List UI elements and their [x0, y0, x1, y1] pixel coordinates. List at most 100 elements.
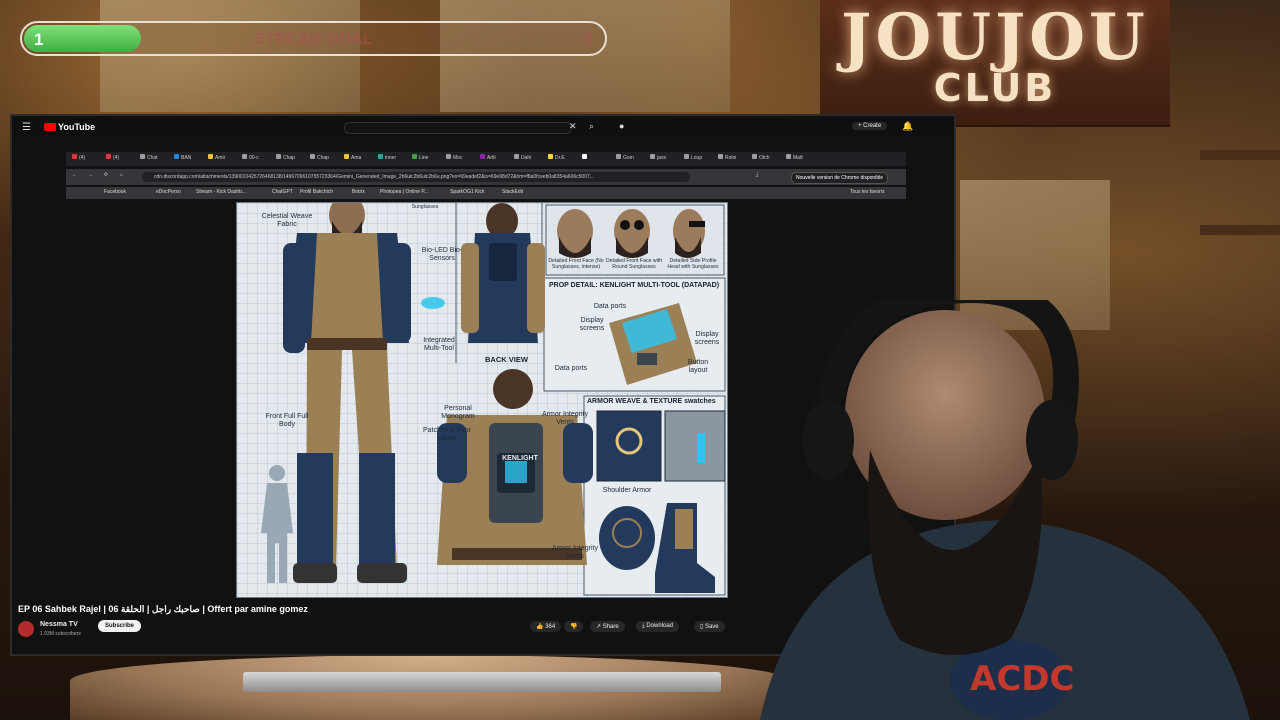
bookmark-item[interactable]: StackEdit	[502, 189, 523, 195]
menu-icon[interactable]: ☰	[22, 122, 31, 133]
browser-tab[interactable]: BAN	[174, 154, 191, 161]
tab-favicon-icon	[684, 154, 689, 159]
browser-tab[interactable]: Otch	[752, 154, 770, 161]
browser-tab[interactable]: Matt	[786, 154, 803, 161]
tab-favicon-icon	[174, 154, 179, 159]
browser-tab[interactable]: Chap	[276, 154, 295, 161]
reload-icon[interactable]: ⟳	[104, 172, 108, 178]
share-icon: ↗	[596, 624, 603, 630]
tab-label: Ama	[351, 155, 362, 161]
tab-label: Chat	[147, 155, 158, 161]
silhouette-scale	[261, 465, 293, 583]
tab-favicon-icon	[106, 154, 111, 159]
like-icon: 👍	[536, 624, 546, 630]
tab-label: Chap	[283, 155, 295, 161]
bookmark-item[interactable]: ChatGPT	[272, 189, 293, 195]
tab-label: Line	[419, 155, 429, 161]
browser-tab[interactable]: (4)	[72, 154, 85, 161]
browser-tab[interactable]: Amir	[208, 154, 225, 161]
create-button[interactable]: + Create	[852, 122, 888, 130]
bookmark-item[interactable]: Profil Bakchich	[300, 189, 333, 195]
browser-tab[interactable]: jace	[650, 154, 666, 161]
tab-label: Otch	[759, 155, 770, 161]
browser-tab[interactable]: Chap	[310, 154, 329, 161]
bookmark-item[interactable]: Photopea | Online P...	[380, 189, 428, 195]
browser-tab[interactable]: Dahi	[514, 154, 531, 161]
prop-detail-title: PROP DETAIL: KENLIGHT MULTI-TOOL (DATAPA…	[549, 282, 720, 289]
search-input[interactable]	[344, 122, 572, 134]
tab-label: Reloi	[725, 155, 737, 161]
tab-favicon-icon	[514, 154, 519, 159]
channel-avatar[interactable]	[18, 621, 34, 637]
channel-name[interactable]: Nessma TV	[40, 621, 78, 628]
forward-icon[interactable]: →	[88, 172, 93, 178]
browser-tab[interactable]: Ama	[344, 154, 361, 161]
back-view-title: BACK VIEW	[485, 355, 528, 364]
subscribe-button[interactable]: Subscribe	[98, 620, 142, 632]
chrome-update-button[interactable]: Nouvelle version de Chrome disponible	[791, 172, 888, 184]
wall-shelf	[1200, 150, 1280, 160]
tab-label: (4)	[113, 155, 120, 161]
tab-favicon-icon	[548, 154, 553, 159]
label-monogram: Personal Monogram	[441, 405, 475, 420]
browser-tab[interactable]	[582, 154, 589, 161]
back-icon[interactable]: ←	[72, 172, 77, 178]
download-icon[interactable]: ⤓	[756, 172, 758, 178]
browser-tab[interactable]: Moc	[446, 154, 462, 161]
tab-favicon-icon	[582, 154, 587, 159]
label-bioled: Bio-LED Bio-Sensors	[421, 247, 463, 262]
browser-tab[interactable]: (4)	[106, 154, 119, 161]
tab-favicon-icon	[242, 154, 247, 159]
browser-tab[interactable]: inner	[378, 154, 396, 161]
browser-tab[interactable]: Line	[412, 154, 428, 161]
wall-shelf	[1200, 225, 1280, 235]
browser-tab[interactable]: Chat	[140, 154, 158, 161]
browser-tab[interactable]: Dr.E	[548, 154, 565, 161]
wall-poster	[100, 0, 360, 112]
bookmark-item[interactable]: Botrix	[352, 189, 365, 195]
bookmark-item[interactable]: SparkOG1 Kick	[450, 189, 484, 195]
stream-goal-target: 5	[584, 31, 593, 48]
like-button[interactable]: 👍 364	[530, 621, 562, 632]
label-face-3: Detailed Side Profile Head with Sunglass…	[667, 258, 719, 270]
youtube-logo[interactable]: YouTube	[44, 122, 95, 132]
mic-icon[interactable]: ●	[619, 121, 624, 131]
bookmark-item[interactable]: eDocPerso	[156, 189, 181, 195]
label-face-1: Detailed Front Face (No Sunglasses, inte…	[548, 258, 604, 270]
all-bookmarks[interactable]: Tous les favoris	[850, 189, 884, 195]
label-vents-top: Armor Integrity Vents	[542, 411, 588, 426]
home-icon[interactable]: ⌂	[120, 172, 123, 178]
stream-goal-bar: 1 STREAM GOAL 5	[20, 21, 607, 56]
dislike-icon: 👎	[570, 624, 578, 630]
tab-favicon-icon	[412, 154, 417, 159]
browser-tab[interactable]: Reloi	[718, 154, 736, 161]
tab-favicon-icon	[752, 154, 757, 159]
search-icon[interactable]: ⌕	[589, 121, 594, 132]
youtube-header: ☰ YouTube ✕ ⌕ ● + Create 🔔	[14, 118, 954, 138]
video-title: EP 06 Sahbek Rajel | صاحبك راجل | الحلقة…	[18, 604, 308, 614]
browser-tab[interactable]: Gom	[616, 154, 634, 161]
label-shoulder-armor: Shoulder Armor	[602, 487, 652, 494]
tab-favicon-icon	[140, 154, 145, 159]
notifications-icon[interactable]: 🔔	[902, 121, 913, 132]
browser-tab[interactable]: Loup	[684, 154, 702, 161]
tab-favicon-icon	[616, 154, 621, 159]
tab-label: Dahi	[521, 155, 532, 161]
bookmark-item[interactable]: Stream - Kick Dashb...	[196, 189, 246, 195]
label-face-2: Detailed Front Face with Round Sunglasse…	[605, 258, 663, 270]
dislike-button[interactable]: 👎	[564, 621, 584, 632]
sign-subtitle: CLUB	[933, 66, 1057, 110]
browser-tab[interactable]: Artli	[480, 154, 496, 161]
tab-label: Moc	[453, 155, 463, 161]
browser-tab[interactable]: 00-c	[242, 154, 259, 161]
share-button[interactable]: ↗ Share	[590, 621, 625, 632]
tab-favicon-icon	[480, 154, 485, 159]
clear-search-icon[interactable]: ✕	[569, 121, 577, 132]
svg-text:ACDC: ACDC	[970, 659, 1074, 699]
url-field[interactable]: cdn.discordapp.com/attachments/139001042…	[142, 172, 690, 182]
tv-stand	[243, 672, 721, 692]
bookmark-item[interactable]: Facebook	[104, 189, 126, 195]
armor-swatches	[596, 410, 726, 482]
download-button[interactable]: ⤓ Download	[636, 621, 680, 632]
armor-weave-title: ARMOR WEAVE & TEXTURE swatches	[587, 398, 716, 405]
